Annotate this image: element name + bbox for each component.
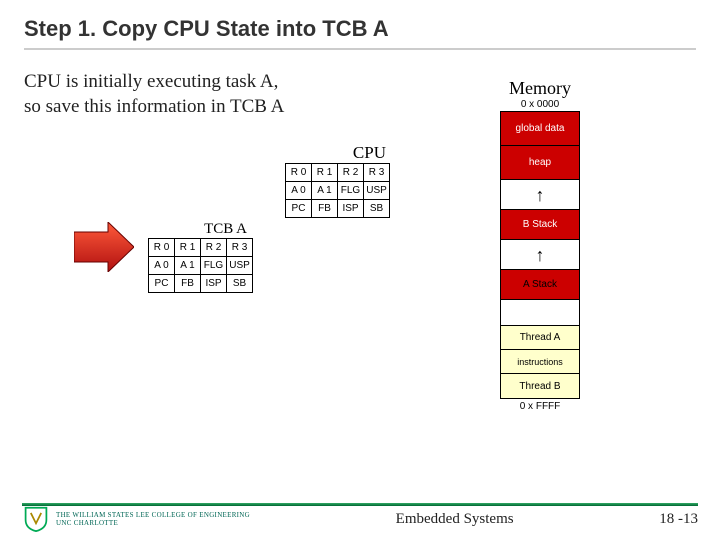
cpu-cell: FLG (338, 182, 364, 200)
memory-start-addr: 0 x 0000 (480, 99, 600, 110)
up-arrow-icon: ↑ (536, 246, 545, 264)
subtitle: CPU is initially executing task A, so sa… (24, 70, 424, 119)
memory-end-addr: 0 x FFFF (480, 401, 600, 412)
memory-seg-instructions: instructions (501, 350, 579, 374)
memory-seg-gap: ↑ (501, 180, 579, 210)
tcb-cell: FLG (201, 257, 227, 275)
tcb-cell: R 0 (149, 239, 175, 257)
tcb-cell: R 1 (175, 239, 201, 257)
tcb-cell: R 3 (227, 239, 253, 257)
cpu-cell: A 1 (312, 182, 338, 200)
tcb-cell: SB (227, 275, 253, 293)
page-title: Step 1. Copy CPU State into TCB A (24, 16, 696, 50)
memory-seg-gap: ↑ (501, 240, 579, 270)
footer-center: Embedded Systems (396, 511, 514, 528)
memory-seg-astack: A Stack (501, 270, 579, 300)
cpu-cell: USP (364, 182, 390, 200)
footer: THE WILLIAM STATES LEE COLLEGE of ENGINE… (0, 506, 720, 532)
cpu-cell: PC (286, 200, 312, 218)
tcb-cell: A 0 (149, 257, 175, 275)
org-logo: THE WILLIAM STATES LEE COLLEGE of ENGINE… (22, 506, 250, 532)
tcb-cell: A 1 (175, 257, 201, 275)
subtitle-line2: so save this information in TCB A (24, 96, 284, 117)
cpu-cell: R 1 (312, 164, 338, 182)
memory-seg-thread-b: Thread B (501, 374, 579, 398)
cpu-cell: A 0 (286, 182, 312, 200)
tcb-block: TCB A R 0 R 1 R 2 R 3 A 0 A 1 FLG USP PC… (148, 221, 253, 293)
cpu-cell: R 0 (286, 164, 312, 182)
memory-seg-thread-a: Thread A (501, 326, 579, 350)
memory-seg-bstack: B Stack (501, 210, 579, 240)
copy-arrow-icon (74, 222, 134, 272)
memory-seg-gap (501, 300, 579, 326)
cpu-cell: ISP (338, 200, 364, 218)
tcb-cell: FB (175, 275, 201, 293)
tcb-register-table: R 0 R 1 R 2 R 3 A 0 A 1 FLG USP PC FB IS… (148, 238, 253, 293)
memory-seg-globals: global data (501, 112, 579, 146)
cpu-cell: R 2 (338, 164, 364, 182)
tcb-cell: PC (149, 275, 175, 293)
org-text: THE WILLIAM STATES LEE COLLEGE of ENGINE… (56, 511, 250, 527)
up-arrow-icon: ↑ (536, 186, 545, 204)
memory-title: Memory (480, 78, 600, 99)
memory-block: Memory 0 x 0000 global data heap ↑ B Sta… (480, 78, 600, 412)
cpu-label: CPU (285, 143, 390, 163)
cpu-cell: FB (312, 200, 338, 218)
cpu-block: CPU R 0 R 1 R 2 R 3 A 0 A 1 FLG USP PC F… (285, 143, 390, 218)
subtitle-line1: CPU is initially executing task A, (24, 71, 278, 92)
footer-page: 18 -13 (659, 511, 698, 528)
cpu-cell: SB (364, 200, 390, 218)
tcb-cell: ISP (201, 275, 227, 293)
memory-column: global data heap ↑ B Stack ↑ A Stack Thr… (500, 111, 580, 399)
crest-icon (22, 506, 50, 532)
cpu-cell: R 3 (364, 164, 390, 182)
tcb-cell: R 2 (201, 239, 227, 257)
memory-seg-heap: heap (501, 146, 579, 180)
tcb-cell: USP (227, 257, 253, 275)
tcb-label: TCB A (148, 221, 253, 238)
cpu-register-table: R 0 R 1 R 2 R 3 A 0 A 1 FLG USP PC FB IS… (285, 163, 390, 218)
